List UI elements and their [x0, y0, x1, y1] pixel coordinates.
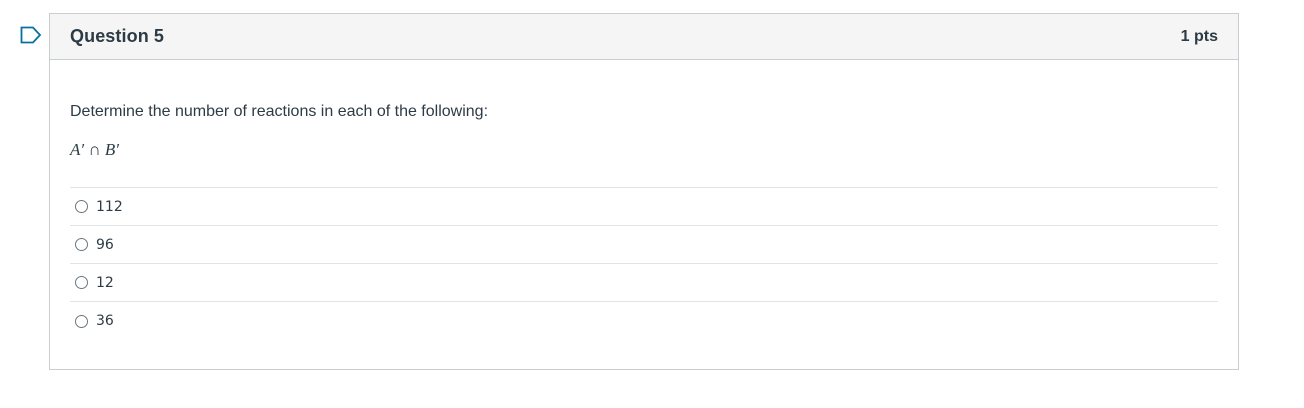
question-card: Question 5 1 pts Determine the number of… [49, 13, 1239, 370]
answer-label[interactable]: 96 [96, 237, 114, 253]
flag-question-icon[interactable] [20, 26, 42, 44]
radio-unchecked-icon[interactable] [75, 200, 88, 213]
radio-unchecked-icon[interactable] [75, 276, 88, 289]
answer-label[interactable]: 36 [96, 313, 114, 329]
question-body: Determine the number of reactions in eac… [50, 103, 1238, 340]
answer-option[interactable]: 36 [70, 302, 1218, 340]
answer-option[interactable]: 96 [70, 226, 1218, 264]
question-points: 1 pts [1180, 27, 1218, 45]
radio-unchecked-icon[interactable] [75, 314, 88, 328]
answer-option[interactable]: 112 [70, 188, 1218, 226]
answer-list: 112 96 12 36 [70, 187, 1218, 340]
question-text: Determine the number of reactions in eac… [70, 103, 489, 120]
question-expression: A′ ∩ B′ [70, 140, 119, 159]
answer-label[interactable]: 12 [96, 275, 114, 291]
answer-option[interactable]: 12 [70, 264, 1218, 302]
radio-unchecked-icon[interactable] [75, 238, 88, 251]
question-title: Question 5 [70, 26, 165, 46]
question-header: Question 5 1 pts [50, 14, 1238, 60]
answer-label[interactable]: 112 [96, 199, 123, 215]
